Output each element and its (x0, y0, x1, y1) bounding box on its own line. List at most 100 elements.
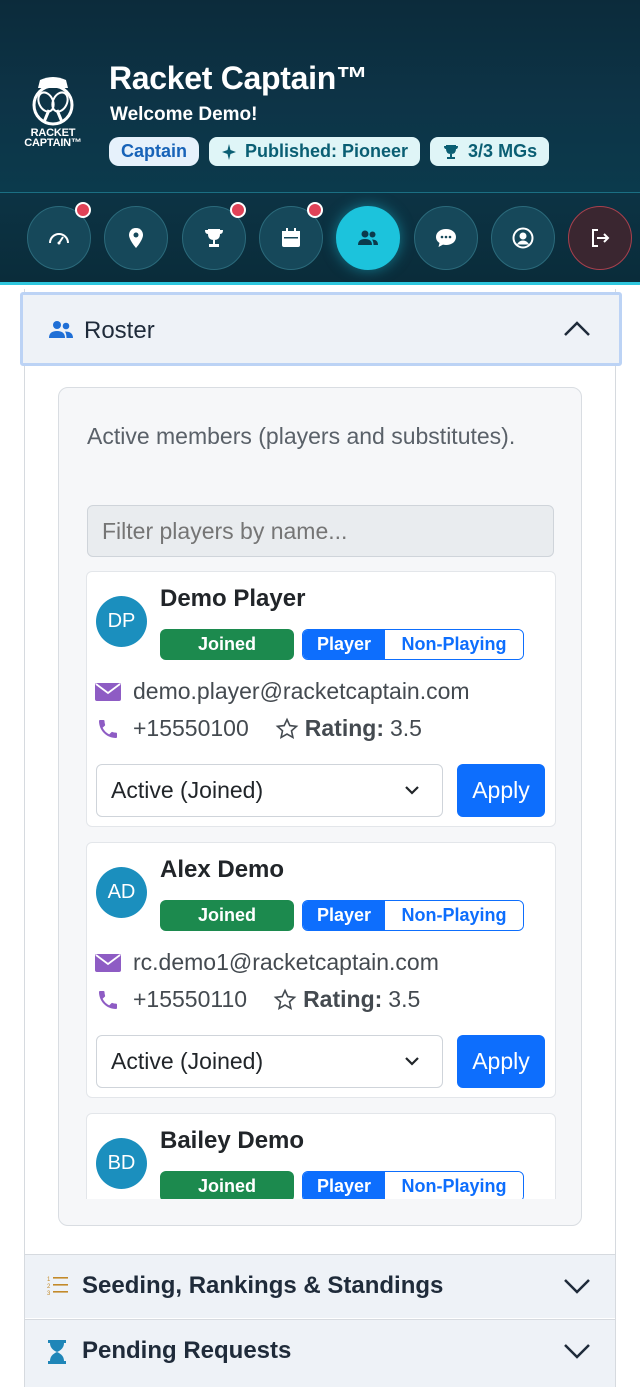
player-card: BD Bailey Demo Joined Player Non-Playing (86, 1113, 556, 1199)
nav-dashboard-button[interactable] (27, 202, 91, 270)
non-playing-badge[interactable]: Non-Playing (385, 1172, 523, 1199)
email-row: demo.player@racketcaptain.com (95, 678, 470, 705)
phone-icon (99, 990, 117, 1009)
logo-emblem-icon (32, 77, 74, 126)
player-filter-input[interactable] (87, 505, 554, 557)
phone-row: +15550110 Rating: 3.5 (95, 986, 420, 1013)
player-phone[interactable]: +15550100 (133, 715, 249, 742)
chevron-down-icon[interactable] (563, 1277, 591, 1295)
email-row: rc.demo1@racketcaptain.com (95, 949, 439, 976)
status-select-value: Active (Joined) (111, 777, 264, 803)
nav-roster-button[interactable] (336, 206, 400, 270)
seeding-title: Seeding, Rankings & Standings (82, 1272, 444, 1299)
player-card: AD Alex Demo Joined Player Non-Playing r… (86, 842, 556, 1098)
envelope-icon (95, 953, 121, 972)
roster-intro-text: Active members (players and substitutes)… (87, 423, 516, 449)
svg-text:2: 2 (47, 1284, 51, 1290)
player-type-toggle: Player Non-Playing (302, 1171, 524, 1199)
trophy-icon (205, 229, 223, 247)
header-badges: Captain Published: Pioneer 3/3 MGs (109, 137, 550, 166)
chevron-down-icon (405, 786, 419, 795)
player-list: DP Demo Player Joined Player Non-Playing… (86, 571, 556, 1199)
nav-logout-button[interactable] (568, 206, 632, 270)
chevron-up-icon[interactable] (563, 319, 591, 337)
published-badge-label: Published: Pioneer (245, 141, 409, 161)
trophy-icon (444, 144, 459, 159)
rating-value: 3.5 (389, 715, 422, 741)
joined-badge: Joined (160, 629, 294, 660)
joined-badge: Joined (160, 900, 294, 931)
role-badge: Captain (109, 137, 200, 166)
status-select-value: Active (Joined) (111, 1048, 264, 1074)
nav-trophy-button[interactable] (182, 202, 246, 270)
player-name: Alex Demo (160, 856, 285, 883)
list-ordered-icon: 1 2 3 (47, 1277, 68, 1295)
hourglass-icon (48, 1340, 66, 1364)
rating-value: 3.5 (388, 986, 421, 1012)
avatar: BD (96, 1138, 147, 1189)
player-role-badge[interactable]: Player (303, 630, 385, 659)
player-phone[interactable]: +15550110 (133, 986, 247, 1013)
player-badges: Joined Player Non-Playing (160, 900, 524, 931)
pending-requests-title: Pending Requests (82, 1337, 292, 1364)
role-badge-label: Captain (121, 141, 188, 161)
published-badge: Published: Pioneer (209, 137, 421, 166)
seeding-accordion-header[interactable]: 1 2 3 Seeding, Rankings & Standings (25, 1254, 615, 1318)
avatar: DP (96, 596, 147, 647)
status-select[interactable]: Active (Joined) (96, 764, 443, 817)
app-title: Racket Captain™ (109, 60, 368, 96)
sparkle-icon (222, 143, 237, 160)
non-playing-badge[interactable]: Non-Playing (385, 901, 523, 930)
status-select[interactable]: Active (Joined) (96, 1035, 443, 1088)
rating-label: Rating: (303, 986, 383, 1012)
avatar: AD (96, 867, 147, 918)
chevron-down-icon (405, 1057, 419, 1066)
apply-button[interactable]: Apply (457, 764, 545, 817)
player-badges: Joined Player Non-Playing (160, 1171, 524, 1199)
roster-title: Roster (84, 317, 155, 344)
app-header: RACKET CAPTAIN™ Racket Captain™ Welcome … (0, 0, 640, 193)
location-icon (129, 228, 143, 248)
nav-profile-button[interactable] (491, 206, 555, 270)
dashboard-icon (49, 233, 69, 245)
notification-dot (230, 202, 246, 218)
player-role-badge[interactable]: Player (303, 1172, 385, 1199)
main-nav (0, 193, 640, 285)
player-name: Bailey Demo (160, 1127, 305, 1154)
logout-icon (592, 229, 610, 247)
notification-dot (75, 202, 91, 218)
nav-chat-button[interactable] (414, 206, 478, 270)
player-role-badge[interactable]: Player (303, 901, 385, 930)
pending-requests-accordion-header[interactable]: Pending Requests (25, 1319, 615, 1387)
rating-label: Rating: (304, 715, 384, 741)
profile-icon (512, 227, 534, 249)
notification-dot (307, 202, 323, 218)
star-icon (273, 988, 297, 1010)
welcome-message: Welcome Demo! (110, 104, 258, 125)
mgs-badge: 3/3 MGs (430, 137, 550, 166)
roster-card: Active members (players and substitutes)… (58, 387, 582, 1226)
player-rating: Rating: 3.5 (273, 986, 420, 1013)
racket-captain-logo: RACKET CAPTAIN™ (22, 72, 84, 156)
svg-text:3: 3 (47, 1291, 51, 1295)
apply-button[interactable]: Apply (457, 1035, 545, 1088)
nav-location-button[interactable] (104, 206, 168, 270)
phone-icon (99, 719, 117, 738)
svg-text:1: 1 (47, 1277, 51, 1283)
player-type-toggle: Player Non-Playing (302, 900, 524, 931)
roster-accordion-header[interactable]: Roster (20, 292, 622, 366)
chevron-down-icon[interactable] (563, 1342, 591, 1360)
nav-calendar-button[interactable] (259, 202, 323, 270)
envelope-icon (95, 682, 121, 701)
player-type-toggle: Player Non-Playing (302, 629, 524, 660)
calendar-icon (282, 228, 300, 247)
player-email[interactable]: demo.player@racketcaptain.com (133, 678, 470, 705)
logo-text-line-2: CAPTAIN™ (24, 137, 82, 149)
joined-badge: Joined (160, 1171, 294, 1199)
phone-row: +15550100 Rating: 3.5 (95, 715, 422, 742)
non-playing-badge[interactable]: Non-Playing (385, 630, 523, 659)
player-card: DP Demo Player Joined Player Non-Playing… (86, 571, 556, 827)
roster-icon (49, 321, 73, 338)
player-email[interactable]: rc.demo1@racketcaptain.com (133, 949, 439, 976)
player-badges: Joined Player Non-Playing (160, 629, 524, 660)
